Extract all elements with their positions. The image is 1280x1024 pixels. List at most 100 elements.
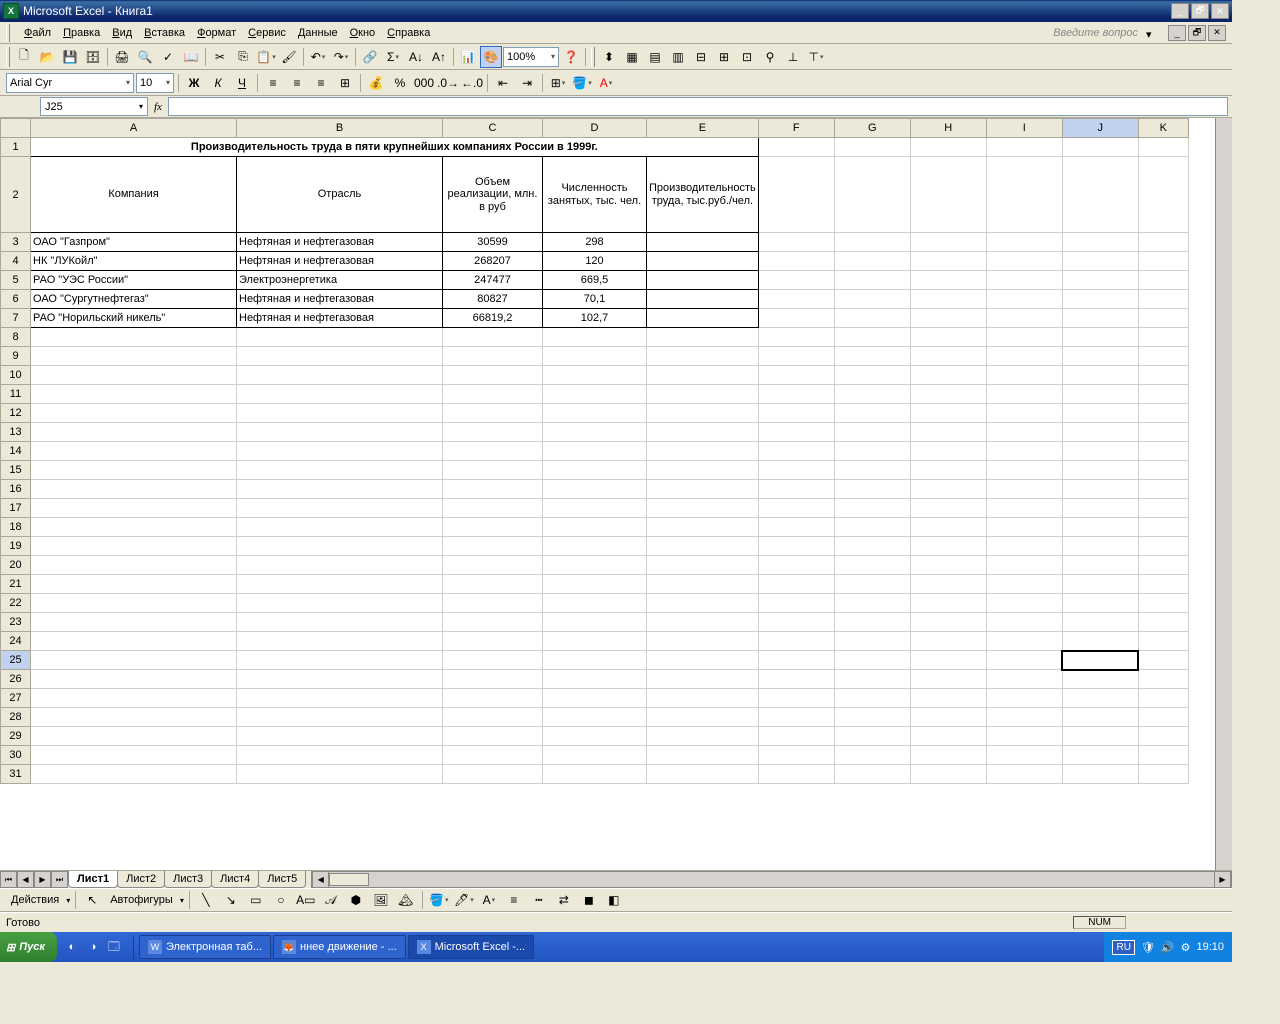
row-8[interactable]: 8: [1, 328, 31, 347]
cell-G17[interactable]: [834, 499, 910, 518]
cell-K31[interactable]: [1138, 765, 1188, 784]
cell-B26[interactable]: [237, 670, 443, 689]
cell-I21[interactable]: [986, 575, 1062, 594]
row-27[interactable]: 27: [1, 689, 31, 708]
cell-A18[interactable]: [31, 518, 237, 537]
cell-I30[interactable]: [986, 746, 1062, 765]
cell-C12[interactable]: [443, 404, 543, 423]
cell-H18[interactable]: [910, 518, 986, 537]
merge-cells-button[interactable]: ▦: [621, 46, 643, 68]
cell-I12[interactable]: [986, 404, 1062, 423]
cell-D12[interactable]: [543, 404, 647, 423]
cell-G27[interactable]: [834, 689, 910, 708]
cell-G26[interactable]: [834, 670, 910, 689]
cell-J27[interactable]: [1062, 689, 1138, 708]
sheet-tab-Лист2[interactable]: Лист2: [117, 871, 165, 888]
spellcheck-button[interactable]: ✓: [157, 46, 179, 68]
cell-J24[interactable]: [1062, 632, 1138, 651]
cell-D22[interactable]: [543, 594, 647, 613]
new-button[interactable]: 🗋: [13, 46, 35, 68]
cell-J25[interactable]: [1062, 651, 1138, 670]
cell-A29[interactable]: [31, 727, 237, 746]
distribute-button[interactable]: ⊞: [713, 46, 735, 68]
cell-F25[interactable]: [758, 651, 834, 670]
cell-E26[interactable]: [647, 670, 759, 689]
fx-icon[interactable]: fx: [154, 101, 162, 113]
cell-J30[interactable]: [1062, 746, 1138, 765]
cell-G16[interactable]: [834, 480, 910, 499]
cell-H24[interactable]: [910, 632, 986, 651]
col-E[interactable]: E: [647, 119, 759, 138]
sheet-tab-Лист1[interactable]: Лист1: [68, 871, 118, 888]
cell-C21[interactable]: [443, 575, 543, 594]
cell-K29[interactable]: [1138, 727, 1188, 746]
cell-E6[interactable]: [647, 290, 759, 309]
drawing-button[interactable]: 🎨: [480, 46, 502, 68]
font-color-button[interactable]: A: [595, 72, 617, 94]
cell-G31[interactable]: [834, 765, 910, 784]
cell-A23[interactable]: [31, 613, 237, 632]
cell-E5[interactable]: [647, 271, 759, 290]
toolbar-handle[interactable]: [6, 47, 10, 67]
save-button[interactable]: 💾: [59, 46, 81, 68]
row-19[interactable]: 19: [1, 537, 31, 556]
undo-button[interactable]: ↶: [307, 46, 329, 68]
cell-F12[interactable]: [758, 404, 834, 423]
cell-A28[interactable]: [31, 708, 237, 727]
dash-style-button[interactable]: ┅: [528, 889, 550, 911]
bold-button[interactable]: Ж: [183, 72, 205, 94]
menu-Сервис[interactable]: Сервис: [242, 25, 292, 41]
row-11[interactable]: 11: [1, 385, 31, 404]
cell-A6[interactable]: ОАО "Сургутнефтегаз": [31, 290, 237, 309]
cell-J9[interactable]: [1062, 347, 1138, 366]
cell-E31[interactable]: [647, 765, 759, 784]
cell-E19[interactable]: [647, 537, 759, 556]
cell-G4[interactable]: [834, 252, 910, 271]
cell-I11[interactable]: [986, 385, 1062, 404]
cell-F19[interactable]: [758, 537, 834, 556]
cell-B4[interactable]: Нефтяная и нефтегазовая: [237, 252, 443, 271]
comma-button[interactable]: 000: [413, 72, 435, 94]
cell-G11[interactable]: [834, 385, 910, 404]
cell-C17[interactable]: [443, 499, 543, 518]
cell-D11[interactable]: [543, 385, 647, 404]
cell-J3[interactable]: [1062, 233, 1138, 252]
cell-B30[interactable]: [237, 746, 443, 765]
cell-I20[interactable]: [986, 556, 1062, 575]
cell-H17[interactable]: [910, 499, 986, 518]
cell-D19[interactable]: [543, 537, 647, 556]
cell-E8[interactable]: [647, 328, 759, 347]
sheet-tab-Лист5[interactable]: Лист5: [258, 871, 306, 888]
cell-K10[interactable]: [1138, 366, 1188, 385]
cell-C8[interactable]: [443, 328, 543, 347]
cell-D8[interactable]: [543, 328, 647, 347]
cell-E15[interactable]: [647, 461, 759, 480]
3d-button[interactable]: ◧: [603, 889, 625, 911]
col-I[interactable]: I: [986, 119, 1062, 138]
open-button[interactable]: 📂: [36, 46, 58, 68]
format-painter-button[interactable]: 🖌: [278, 46, 300, 68]
cell-J26[interactable]: [1062, 670, 1138, 689]
cell-E4[interactable]: [647, 252, 759, 271]
cell-C22[interactable]: [443, 594, 543, 613]
cell-I18[interactable]: [986, 518, 1062, 537]
cell-A7[interactable]: РАО "Норильский никель": [31, 309, 237, 328]
cell-G14[interactable]: [834, 442, 910, 461]
cell-D16[interactable]: [543, 480, 647, 499]
cell-K2[interactable]: [1138, 157, 1188, 233]
cell-J31[interactable]: [1062, 765, 1138, 784]
cell-K21[interactable]: [1138, 575, 1188, 594]
cell-I24[interactable]: [986, 632, 1062, 651]
wordart-button[interactable]: 𝒜: [320, 889, 342, 911]
cell-E13[interactable]: [647, 423, 759, 442]
cell-J5[interactable]: [1062, 271, 1138, 290]
ql-icon[interactable]: ◑: [84, 938, 102, 956]
cell-K15[interactable]: [1138, 461, 1188, 480]
cell-J20[interactable]: [1062, 556, 1138, 575]
cell-C5[interactable]: 247477: [443, 271, 543, 290]
arrow-style-button[interactable]: ⇄: [553, 889, 575, 911]
cell-J18[interactable]: [1062, 518, 1138, 537]
hyperlink-button[interactable]: 🔗: [359, 46, 381, 68]
fill-color-button[interactable]: 🪣: [428, 889, 450, 911]
arrow-button[interactable]: ↘: [220, 889, 242, 911]
